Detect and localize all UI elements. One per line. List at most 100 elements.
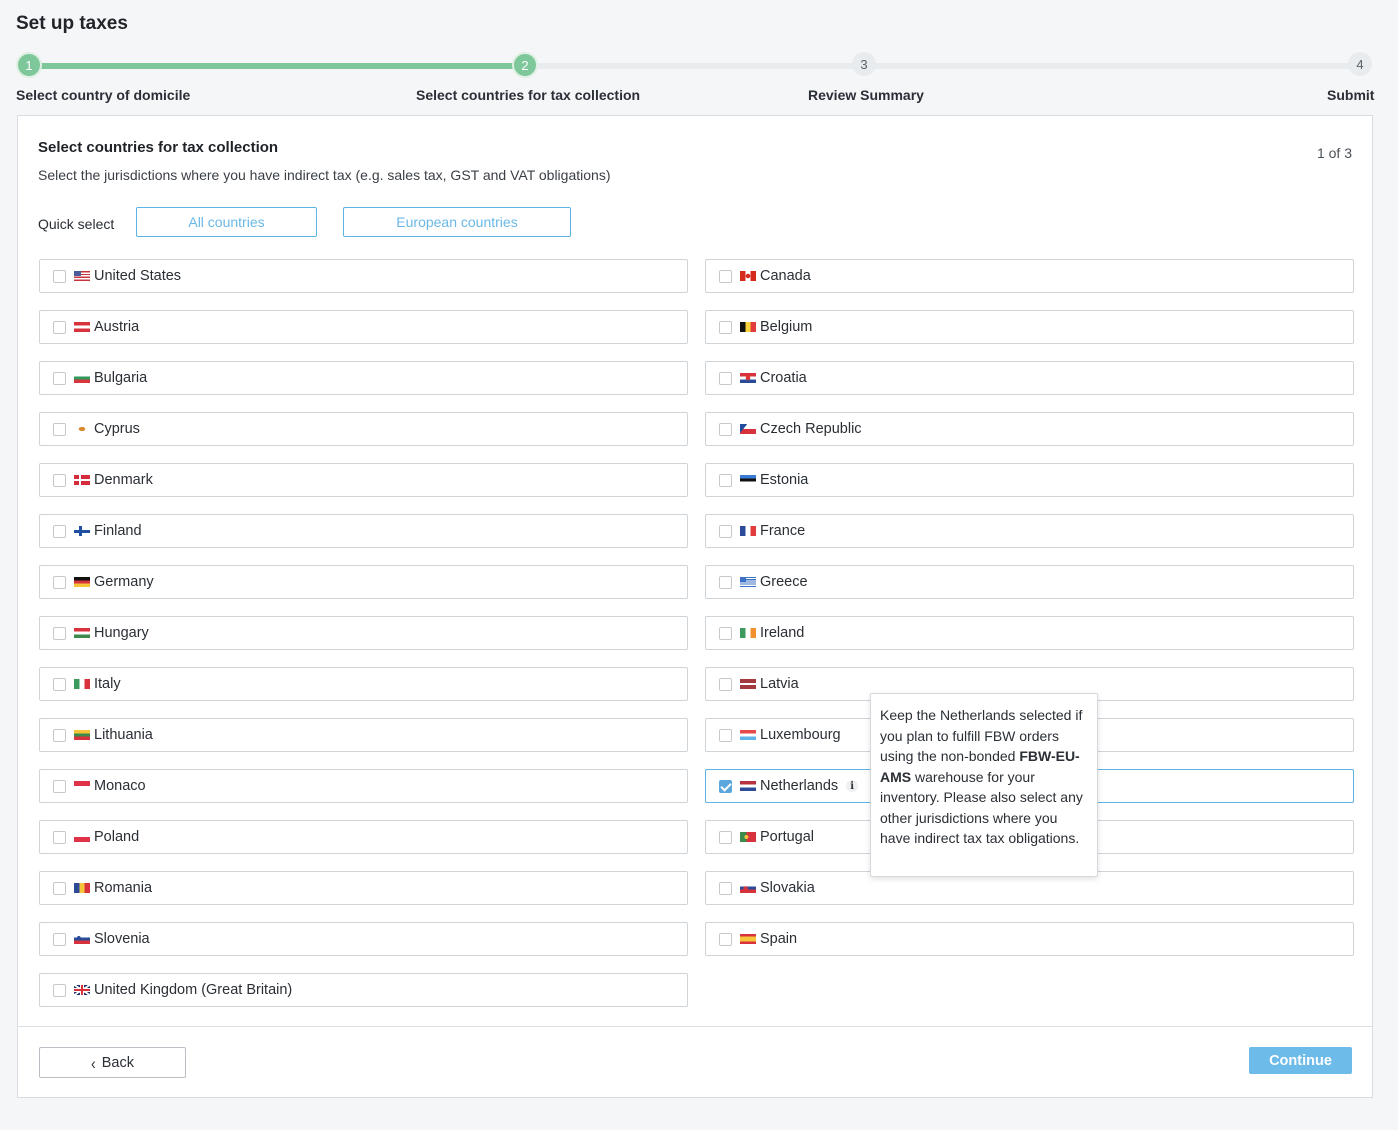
netherlands-tooltip: Keep the Netherlands selected if you pla… <box>870 693 1098 877</box>
country-checkbox[interactable] <box>719 932 732 946</box>
ro-flag-icon <box>74 883 90 893</box>
lt-flag-icon <box>74 730 90 740</box>
continue-button[interactable]: Continue <box>1249 1047 1352 1074</box>
country-option-greece[interactable]: Greece <box>705 565 1354 599</box>
country-checkbox[interactable] <box>53 677 66 691</box>
country-option-austria[interactable]: Austria <box>39 310 688 344</box>
pl-flag-icon <box>74 832 90 842</box>
country-option-canada[interactable]: Canada <box>705 259 1354 293</box>
hr-flag-icon <box>740 373 756 383</box>
si-flag-icon <box>74 934 90 944</box>
country-option-monaco[interactable]: Monaco <box>39 769 688 803</box>
country-option-croatia[interactable]: Croatia <box>705 361 1354 395</box>
tax-collection-card: Select countries for tax collection Sele… <box>17 115 1373 1098</box>
country-option-bulgaria[interactable]: Bulgaria <box>39 361 688 395</box>
country-checkbox[interactable] <box>719 626 732 640</box>
country-option-estonia[interactable]: Estonia <box>705 463 1354 497</box>
country-checkbox[interactable] <box>719 320 732 334</box>
country-option-czech-republic[interactable]: Czech Republic <box>705 412 1354 446</box>
country-checkbox[interactable] <box>53 371 66 385</box>
country-name: Slovenia <box>94 931 150 947</box>
nl-flag-icon <box>740 781 756 791</box>
back-label: Back <box>101 1054 134 1071</box>
country-name: Ireland <box>760 625 805 641</box>
step-2-circle: 2 <box>512 52 538 78</box>
step-4-circle: 4 <box>1348 52 1372 76</box>
country-name: Canada <box>760 268 811 284</box>
country-option-united-states[interactable]: United States <box>39 259 688 293</box>
country-checkbox[interactable] <box>719 269 732 283</box>
country-option-denmark[interactable]: Denmark <box>39 463 688 497</box>
step-4-label: Submit <box>1327 87 1375 103</box>
stepper: 1 2 3 4 Select country of domicile Selec… <box>0 52 1398 112</box>
country-option-romania[interactable]: Romania <box>39 871 688 905</box>
country-option-united-kingdom-great-britain[interactable]: United Kingdom (Great Britain) <box>39 973 688 1007</box>
info-icon[interactable]: i <box>846 780 859 792</box>
country-checkbox[interactable] <box>53 779 66 793</box>
country-option-italy[interactable]: Italy <box>39 667 688 701</box>
country-checkbox[interactable] <box>53 983 66 997</box>
european-countries-button[interactable]: European countries <box>343 207 571 237</box>
country-checkbox[interactable] <box>53 575 66 589</box>
dk-flag-icon <box>74 475 90 485</box>
country-name: Denmark <box>94 472 153 488</box>
country-checkbox[interactable] <box>53 473 66 487</box>
cz-flag-icon <box>740 424 756 434</box>
country-option-france[interactable]: France <box>705 514 1354 548</box>
country-name: United States <box>94 268 182 284</box>
es-flag-icon <box>740 934 756 944</box>
country-name: Latvia <box>760 676 799 692</box>
country-option-spain[interactable]: Spain <box>705 922 1354 956</box>
country-checkbox[interactable] <box>53 932 66 946</box>
fi-flag-icon <box>74 526 90 536</box>
step-1-label: Select country of domicile <box>16 87 191 103</box>
de-flag-icon <box>74 577 90 587</box>
country-option-germany[interactable]: Germany <box>39 565 688 599</box>
country-checkbox[interactable] <box>719 371 732 385</box>
country-option-cyprus[interactable]: Cyprus <box>39 412 688 446</box>
country-checkbox[interactable] <box>53 830 66 844</box>
country-name: Finland <box>94 523 142 539</box>
country-option-belgium[interactable]: Belgium <box>705 310 1354 344</box>
back-button[interactable]: ‹ Back <box>39 1047 186 1078</box>
at-flag-icon <box>74 322 90 332</box>
country-checkbox[interactable] <box>53 422 66 436</box>
country-option-hungary[interactable]: Hungary <box>39 616 688 650</box>
tooltip-text-2: warehouse for your inventory. Please als… <box>880 768 1083 847</box>
step-3-circle: 3 <box>852 52 876 76</box>
country-checkbox[interactable] <box>719 830 732 844</box>
country-checkbox[interactable] <box>719 728 732 742</box>
country-checkbox[interactable] <box>719 575 732 589</box>
country-checkbox[interactable] <box>53 881 66 895</box>
country-option-lithuania[interactable]: Lithuania <box>39 718 688 752</box>
country-checkbox[interactable] <box>719 422 732 436</box>
country-checkbox[interactable] <box>719 524 732 538</box>
country-checkbox[interactable] <box>719 473 732 487</box>
country-checkbox[interactable] <box>719 881 732 895</box>
country-name: Hungary <box>94 625 149 641</box>
country-checkbox[interactable] <box>53 269 66 283</box>
country-name: United Kingdom (Great Britain) <box>94 982 293 998</box>
country-name: Monaco <box>94 778 146 794</box>
section-title: Select countries for tax collection <box>38 139 279 156</box>
step-3-label: Review Summary <box>808 87 924 103</box>
country-name: Slovakia <box>760 880 815 896</box>
all-countries-button[interactable]: All countries <box>136 207 317 237</box>
ca-flag-icon <box>740 271 756 281</box>
page-count: 1 of 3 <box>1316 145 1352 161</box>
mc-flag-icon <box>74 781 90 791</box>
country-option-ireland[interactable]: Ireland <box>705 616 1354 650</box>
country-checkbox[interactable] <box>719 779 732 793</box>
country-checkbox[interactable] <box>53 524 66 538</box>
step-1-circle: 1 <box>16 52 42 78</box>
country-checkbox[interactable] <box>53 320 66 334</box>
country-option-slovenia[interactable]: Slovenia <box>39 922 688 956</box>
country-option-finland[interactable]: Finland <box>39 514 688 548</box>
country-name: Bulgaria <box>94 370 148 386</box>
country-checkbox[interactable] <box>53 626 66 640</box>
country-checkbox[interactable] <box>53 728 66 742</box>
step-2-label: Select countries for tax collection <box>416 87 641 103</box>
country-option-poland[interactable]: Poland <box>39 820 688 854</box>
country-checkbox[interactable] <box>719 677 732 691</box>
country-name: Spain <box>760 931 798 947</box>
